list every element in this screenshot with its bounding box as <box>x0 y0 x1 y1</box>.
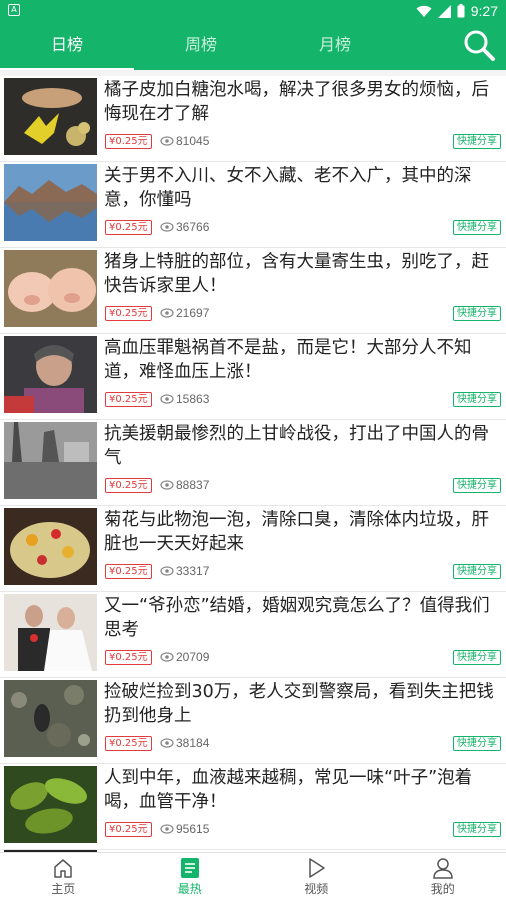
article-title[interactable]: 捡破烂捡到30万，老人交到警察局，看到失主把钱扔到他身上 <box>104 680 500 728</box>
nav-home-label: 主页 <box>51 882 76 896</box>
eye-icon <box>160 222 174 232</box>
article-thumbnail-orange-peel <box>4 78 97 155</box>
article-thumbnail-garbage-pile <box>4 680 97 757</box>
quick-share-button[interactable]: 快捷分享 <box>453 220 501 235</box>
article-item[interactable]: 抗美援朝最惨烈的上甘岭战役，打出了中国人的骨气 ¥0.25元 88837 快捷分… <box>0 420 506 506</box>
article-thumbnail-pigs <box>4 250 97 327</box>
quick-share-button[interactable]: 快捷分享 <box>453 650 501 665</box>
reward-badge: ¥0.25元 <box>105 822 152 837</box>
nav-video-label: 视频 <box>304 882 329 896</box>
eye-icon <box>160 652 174 662</box>
quick-share-button[interactable]: 快捷分享 <box>453 392 501 407</box>
article-thumbnail-battle-photo <box>4 422 97 499</box>
article-title[interactable]: 橘子皮加白糖泡水喝，解决了很多男女的烦恼，后悔现在才了解 <box>104 78 500 126</box>
article-item[interactable]: 猪身上特脏的部位，含有大量寄生虫，别吃了，赶快告诉家里人！ ¥0.25元 216… <box>0 248 506 334</box>
quick-share-button[interactable]: 快捷分享 <box>453 564 501 579</box>
status-time: 9:27 <box>470 3 498 19</box>
article-item[interactable]: 关于男不入川、女不入藏、老不入广，其中的深意，你懂吗 ¥0.25元 36766 … <box>0 162 506 248</box>
article-title[interactable]: 高血压罪魁祸首不是盐，而是它！大部分人不知道，难怪血压上涨！ <box>104 336 500 384</box>
article-title[interactable]: 猪身上特脏的部位，含有大量寄生虫，别吃了，赶快告诉家里人！ <box>104 250 500 298</box>
article-item[interactable]: 橘子皮加白糖泡水喝，解决了很多男女的烦恼，后悔现在才了解 ¥0.25元 8104… <box>0 76 506 162</box>
view-count: 15863 <box>176 392 210 406</box>
view-count: 20709 <box>176 650 210 664</box>
eye-icon <box>160 394 174 404</box>
nav-me-label: 我的 <box>430 882 455 896</box>
bottom-navigation: 主页 最热 视频 我的 <box>0 852 506 900</box>
view-count: 88837 <box>176 478 210 492</box>
nav-hot-label: 最热 <box>177 882 202 896</box>
article-list: 橘子皮加白糖泡水喝，解决了很多男女的烦恼，后悔现在才了解 ¥0.25元 8104… <box>0 76 506 850</box>
status-bar: A 9:27 <box>0 0 506 22</box>
article-item[interactable]: 又一“爷孙恋”结婚，婚姻观究竟怎么了？值得我们思考 ¥0.25元 20709 快… <box>0 592 506 678</box>
top-tab-bar: 日榜 周榜 月榜 <box>0 22 506 71</box>
article-thumbnail-wedding <box>4 594 97 671</box>
eye-icon <box>160 738 174 748</box>
article-item[interactable]: 人到中年，血液越来越稠，常见一味“叶子”泡着喝，血管干净！ ¥0.25元 956… <box>0 764 506 850</box>
quick-share-button[interactable]: 快捷分享 <box>453 306 501 321</box>
status-icons: 9:27 <box>416 2 498 20</box>
article-thumbnail-elderly-woman <box>4 336 97 413</box>
signal-icon <box>437 4 451 18</box>
notification-app-icon: A <box>8 4 20 16</box>
eye-icon <box>160 136 174 146</box>
reward-badge: ¥0.25元 <box>105 736 152 751</box>
tab-weekly[interactable]: 周榜 <box>134 22 268 70</box>
article-title[interactable]: 又一“爷孙恋”结婚，婚姻观究竟怎么了？值得我们思考 <box>104 594 500 642</box>
article-item[interactable]: 捡破烂捡到30万，老人交到警察局，看到失主把钱扔到他身上 ¥0.25元 3818… <box>0 678 506 764</box>
search-button[interactable] <box>462 28 496 62</box>
article-title[interactable]: 人到中年，血液越来越稠，常见一味“叶子”泡着喝，血管干净！ <box>104 766 500 814</box>
nav-video[interactable]: 视频 <box>253 853 380 900</box>
article-item[interactable]: 高血压罪魁祸首不是盐，而是它！大部分人不知道，难怪血压上涨！ ¥0.25元 15… <box>0 334 506 420</box>
reward-badge: ¥0.25元 <box>105 306 152 321</box>
view-count: 33317 <box>176 564 210 578</box>
hot-list-icon <box>180 858 199 878</box>
user-icon <box>432 858 453 879</box>
article-title[interactable]: 抗美援朝最惨烈的上甘岭战役，打出了中国人的骨气 <box>104 422 500 470</box>
article-item[interactable]: 菊花与此物泡一泡，清除口臭，清除体内垃圾，肝脏也一天天好起来 ¥0.25元 33… <box>0 506 506 592</box>
eye-icon <box>160 566 174 576</box>
article-title[interactable]: 菊花与此物泡一泡，清除口臭，清除体内垃圾，肝脏也一天天好起来 <box>104 508 500 556</box>
view-count: 81045 <box>176 134 210 148</box>
play-icon <box>309 858 325 878</box>
reward-badge: ¥0.25元 <box>105 650 152 665</box>
wifi-icon <box>416 5 432 17</box>
quick-share-button[interactable]: 快捷分享 <box>453 134 501 149</box>
battery-icon <box>457 4 465 18</box>
article-thumbnail-leaves <box>4 766 97 843</box>
eye-icon <box>160 480 174 490</box>
eye-icon <box>160 308 174 318</box>
view-count: 36766 <box>176 220 210 234</box>
nav-home[interactable]: 主页 <box>0 853 127 900</box>
view-count: 95615 <box>176 822 210 836</box>
search-icon <box>464 30 495 61</box>
tab-daily[interactable]: 日榜 <box>0 22 134 70</box>
reward-badge: ¥0.25元 <box>105 220 152 235</box>
reward-badge: ¥0.25元 <box>105 134 152 149</box>
view-count: 21697 <box>176 306 210 320</box>
nav-hot[interactable]: 最热 <box>127 853 254 900</box>
quick-share-button[interactable]: 快捷分享 <box>453 478 501 493</box>
article-thumbnail-chrysanthemum-tea <box>4 508 97 585</box>
article-title[interactable]: 关于男不入川、女不入藏、老不入广，其中的深意，你懂吗 <box>104 164 500 212</box>
article-thumbnail-landscape <box>4 164 97 241</box>
quick-share-button[interactable]: 快捷分享 <box>453 736 501 751</box>
nav-me[interactable]: 我的 <box>380 853 506 900</box>
eye-icon <box>160 824 174 834</box>
tab-monthly[interactable]: 月榜 <box>268 22 402 70</box>
reward-badge: ¥0.25元 <box>105 478 152 493</box>
reward-badge: ¥0.25元 <box>105 564 152 579</box>
home-icon <box>54 859 72 878</box>
view-count: 38184 <box>176 736 210 750</box>
reward-badge: ¥0.25元 <box>105 392 152 407</box>
quick-share-button[interactable]: 快捷分享 <box>453 822 501 837</box>
